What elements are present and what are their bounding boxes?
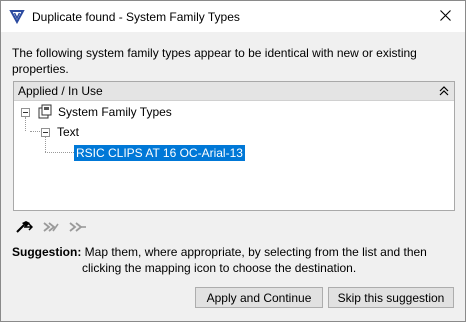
title-bar: Duplicate found - System Family Types: [1, 1, 465, 32]
tree-node-label-selected: RSIC CLIPS AT 16 OC-Arial-13: [74, 145, 245, 161]
duplicate-found-dialog: Duplicate found - System Family Types Th…: [0, 0, 466, 322]
suggestion-text-line-2: clicking the mapping icon to choose the …: [82, 261, 357, 275]
close-button[interactable]: [425, 1, 465, 32]
tree-connector: [25, 117, 26, 131]
tree-header-label: Applied / In Use: [18, 84, 103, 98]
map-skip-icon[interactable]: [69, 220, 87, 234]
suggestion-line-1: Suggestion: Map them, where appropriate,…: [12, 244, 427, 260]
close-icon: [439, 9, 451, 24]
description-text: The following system family types appear…: [12, 46, 417, 76]
tree-node-system-family-types[interactable]: System Family Types: [58, 103, 172, 121]
skip-suggestion-button[interactable]: Skip this suggestion: [328, 287, 454, 308]
tree-connector: [45, 152, 74, 153]
map-forward-icon[interactable]: [43, 220, 61, 234]
tree-node-text[interactable]: Text: [57, 123, 79, 141]
collapse-toggle-text[interactable]: [41, 128, 50, 137]
tree-node-label: System Family Types: [58, 105, 172, 119]
collapse-toggle-system-family-types[interactable]: [21, 108, 30, 117]
map-selected-icon[interactable]: [15, 220, 34, 234]
tree-connector: [30, 131, 40, 132]
tree-node-rsic-clips[interactable]: RSIC CLIPS AT 16 OC-Arial-13: [74, 144, 245, 162]
family-folder-icon: [38, 104, 53, 119]
revit-app-icon: [9, 8, 25, 25]
collapse-all-icon[interactable]: [439, 85, 449, 97]
family-types-tree[interactable]: Applied / In Use System Family Types Tex…: [13, 81, 455, 211]
tree-node-label: Text: [57, 125, 80, 139]
window-title: Duplicate found - System Family Types: [32, 10, 240, 24]
suggestion-text-line-1: Map them, where appropriate, by selectin…: [84, 245, 427, 259]
suggestion-label: Suggestion:: [12, 245, 82, 259]
tree-connector: [45, 137, 46, 152]
tree-header: Applied / In Use: [14, 82, 454, 101]
apply-and-continue-button[interactable]: Apply and Continue: [195, 287, 323, 308]
